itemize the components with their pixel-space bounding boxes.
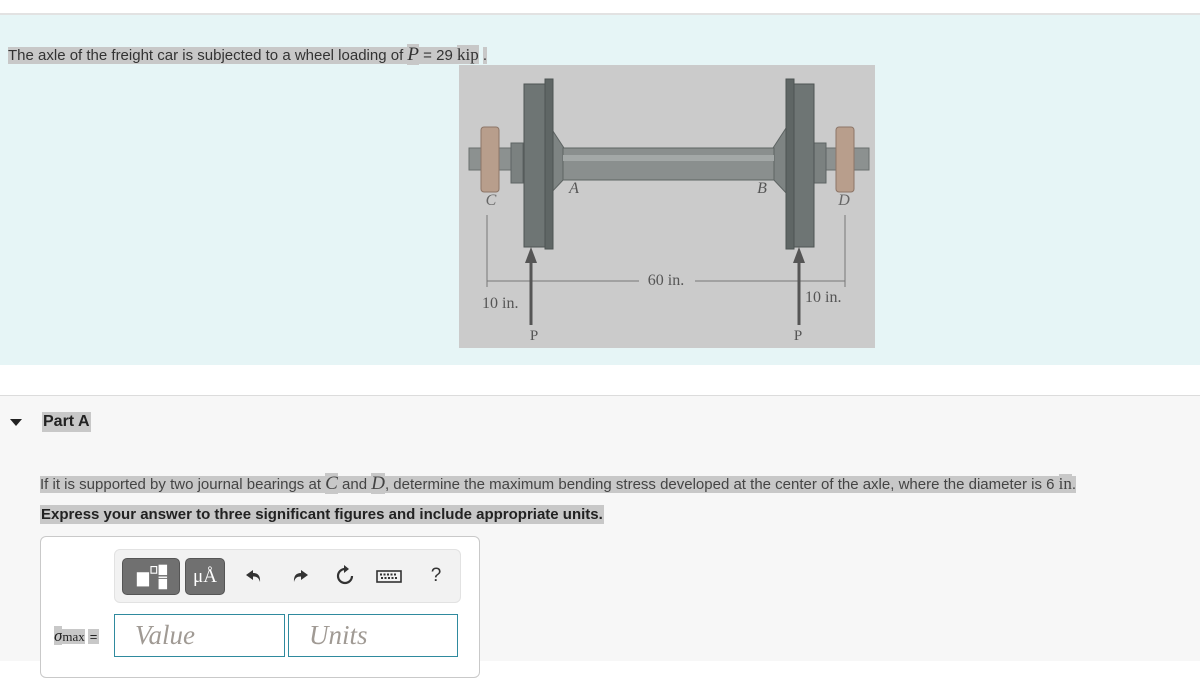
equals-sign: = [87,629,100,644]
axle-shaft [562,147,775,181]
label-d: D [837,192,850,209]
intro-text: The axle of the freight car is subjected… [8,44,488,67]
reset-button[interactable] [333,564,357,588]
load-label-right: P [794,328,802,344]
question-unit: in [1058,474,1072,493]
label-b: B [757,180,767,197]
redo-icon [293,570,308,582]
instruction-text: Express your answer to three significant… [40,505,604,524]
question-var-c: C [325,473,338,494]
question-period: . [1071,476,1077,493]
dim-right: 10 in. [805,289,841,306]
intro-variable: P [407,44,420,65]
part-title[interactable]: Part A [42,412,91,432]
wheel-right-flange [785,78,795,250]
intro-unit: kip [456,45,479,64]
undo-icon [246,570,261,582]
intro-period: . [482,47,488,64]
answer-toolbar: μÅ ? [114,549,461,603]
keyboard-icon [376,570,402,583]
help-button[interactable]: ? [424,564,448,588]
question-after: , determine the maximum bending stress d… [384,476,1059,493]
bearing-c [480,126,500,193]
wheel-left-flange [544,78,554,250]
keyboard-button[interactable] [375,564,403,588]
bearing-d [835,126,855,193]
top-bar [0,0,1200,15]
question-text: If it is supported by two journal bearin… [40,473,1077,496]
answer-label: σmax = [54,626,100,646]
units-input[interactable] [288,614,458,657]
collapse-toggle-icon[interactable] [10,419,22,426]
intro-equals-value: = 29 [419,47,457,64]
load-label-left: P [530,328,538,344]
load-arrowhead-left [525,247,537,263]
intro-text-before: The axle of the freight car is subjected… [8,47,408,64]
axle-figure: C A B D 60 in. 10 in. 10 in. P P [459,65,875,348]
reset-icon [336,565,354,585]
load-arrowhead-right [793,247,805,263]
question-mid: and [337,476,372,493]
templates-button[interactable] [122,558,180,595]
undo-button[interactable] [243,564,267,588]
label-a: A [568,180,579,197]
hub-left [510,142,524,184]
units-button[interactable]: μÅ [185,558,225,595]
value-input[interactable] [114,614,285,657]
templates-icon [136,564,168,590]
redo-button[interactable] [287,564,311,588]
hub-right [813,142,827,184]
question-var-d: D [371,473,385,494]
dim-left: 10 in. [482,295,518,312]
question-before: If it is supported by two journal bearin… [40,476,326,493]
sigma-subscript: max [62,629,85,644]
dim-middle: 60 in. [648,272,684,289]
section-gap [0,365,1200,396]
axle-highlight [563,155,774,161]
axle-diagram: C A B D 60 in. 10 in. 10 in. P P [468,78,870,344]
label-c: C [486,192,497,209]
